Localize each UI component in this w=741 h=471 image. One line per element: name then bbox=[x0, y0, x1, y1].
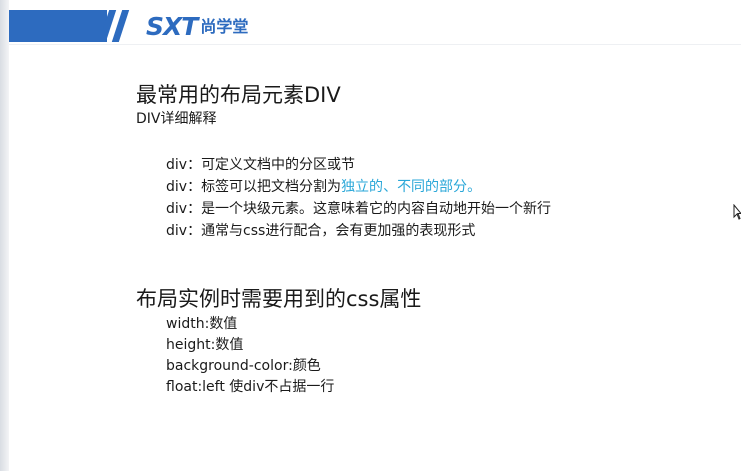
list-item: div：通常与css进行配合，会有更加强的表现形式 bbox=[166, 220, 551, 242]
property-value: 数值 bbox=[215, 337, 244, 353]
bullet-prefix: div bbox=[166, 223, 188, 239]
property-name: background-color bbox=[166, 358, 289, 374]
header-divider bbox=[9, 44, 741, 45]
bullet-prefix: div bbox=[166, 157, 188, 173]
bullet-text: 标签可以把文档分割为 bbox=[201, 179, 342, 195]
highlight-text: 独立的 bbox=[341, 179, 384, 195]
slide-title: 最常用的布局元素DIV bbox=[136, 83, 341, 107]
list-item: height:数值 bbox=[166, 335, 334, 356]
property-name: float bbox=[166, 379, 198, 395]
list-item: width:数值 bbox=[166, 314, 334, 335]
property-name: height bbox=[166, 337, 211, 353]
section-heading: 布局实例时需要用到的css属性 bbox=[136, 287, 422, 311]
property-name: width bbox=[166, 316, 205, 332]
bullet-prefix: div bbox=[166, 179, 188, 195]
logo-text: 尚学堂 bbox=[200, 17, 249, 36]
slide-subtitle: DIV详细解释 bbox=[136, 111, 217, 127]
brand-logo: SXT 尚学堂 bbox=[146, 12, 248, 42]
bullet-separator: ： bbox=[187, 157, 202, 173]
div-description-list: div：可定义文档中的分区或节 div：标签可以把文档分割为独立的、不同的部分。… bbox=[166, 154, 551, 242]
property-value: 颜色 bbox=[292, 358, 321, 374]
list-item: div：标签可以把文档分割为独立的、不同的部分。 bbox=[166, 176, 551, 198]
bullet-separator: ： bbox=[187, 179, 202, 195]
highlight-separator: 、 bbox=[383, 179, 398, 195]
list-item: background-color:颜色 bbox=[166, 356, 334, 377]
bullet-text: 可定义文档中的分区或节 bbox=[201, 157, 356, 173]
bullet-prefix: div bbox=[166, 201, 188, 217]
highlight-period: 。 bbox=[467, 179, 482, 195]
slide-left-edge bbox=[0, 0, 9, 471]
bullet-separator: ： bbox=[187, 223, 202, 239]
highlight-text: 不同的部分 bbox=[397, 179, 468, 195]
mouse-pointer-icon bbox=[733, 204, 741, 220]
bullet-text: 是一个块级元素。这意味着它的内容自动地开始一个新行 bbox=[201, 201, 552, 217]
list-item: div：可定义文档中的分区或节 bbox=[166, 154, 551, 176]
bullet-text: 通常与css进行配合，会有更加强的表现形式 bbox=[201, 223, 476, 239]
logo-mark: SXT bbox=[146, 12, 198, 41]
css-property-list: width:数值 height:数值 background-color:颜色 f… bbox=[166, 314, 334, 398]
property-value: left 使div不占据一行 bbox=[202, 379, 335, 395]
bullet-separator: ： bbox=[187, 201, 202, 217]
slide-canvas: SXT 尚学堂 最常用的布局元素DIV DIV详细解释 div：可定义文档中的分… bbox=[0, 0, 741, 471]
property-value: 数值 bbox=[209, 316, 238, 332]
list-item: div：是一个块级元素。这意味着它的内容自动地开始一个新行 bbox=[166, 198, 551, 220]
header-band bbox=[9, 10, 107, 42]
list-item: float:left 使div不占据一行 bbox=[166, 377, 334, 398]
